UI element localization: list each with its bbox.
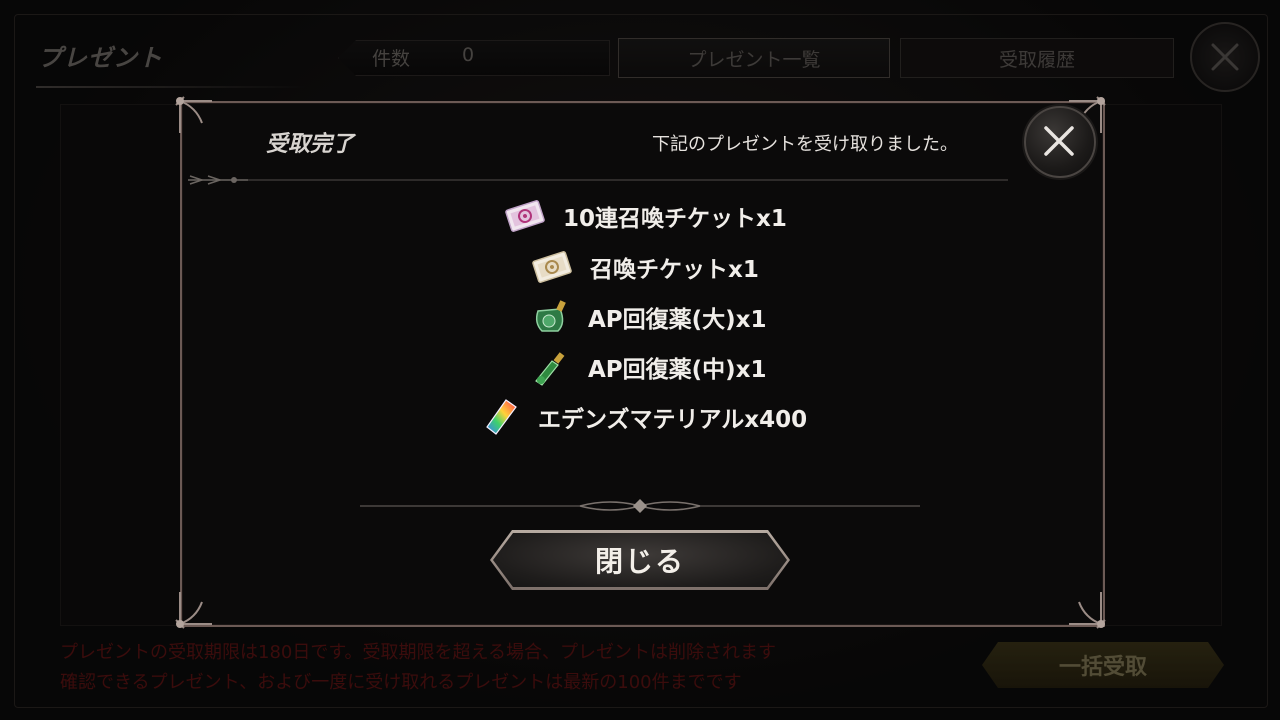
- potion-medium-icon: [535, 352, 565, 386]
- reward-item: エデンズマテリアルx400: [480, 397, 807, 437]
- potion-large-icon: [535, 300, 566, 332]
- reward-item: AP回復薬(大)x1: [530, 297, 767, 337]
- reward-item-label: AP回復薬(中)x1: [588, 357, 767, 383]
- close-button-face: 閉じる: [493, 533, 787, 587]
- reward-item: AP回復薬(中)x1: [530, 347, 767, 387]
- header-divider: [188, 175, 1008, 185]
- crystal-icon: [486, 399, 517, 435]
- reward-item-label: エデンズマテリアルx400: [538, 407, 808, 433]
- reward-item-label: AP回復薬(大)x1: [588, 307, 767, 333]
- dialog-message: 下記のプレゼントを受け取りました。: [652, 134, 958, 155]
- reward-item-label: 10連召喚チケットx1: [563, 206, 787, 232]
- close-button[interactable]: 閉じる: [490, 530, 790, 590]
- close-icon: [1044, 126, 1074, 156]
- corner-ornament-bottom-left: [175, 592, 212, 629]
- dialog-title: 受取完了: [266, 132, 355, 157]
- reward-item: 10連召喚チケットx1: [505, 196, 787, 236]
- ticket-icon: [532, 251, 572, 283]
- close-button-label: 閉じる: [594, 545, 685, 578]
- reward-item: 召喚チケットx1: [532, 247, 759, 287]
- corner-ornament-bottom-right: [1069, 592, 1106, 629]
- corner-ornament-top-left: [175, 96, 212, 133]
- ornament-divider: [360, 499, 920, 513]
- dialog-close-button[interactable]: [1024, 106, 1096, 178]
- reward-item-label: 召喚チケットx1: [590, 257, 759, 283]
- ticket-10-icon: [505, 200, 545, 232]
